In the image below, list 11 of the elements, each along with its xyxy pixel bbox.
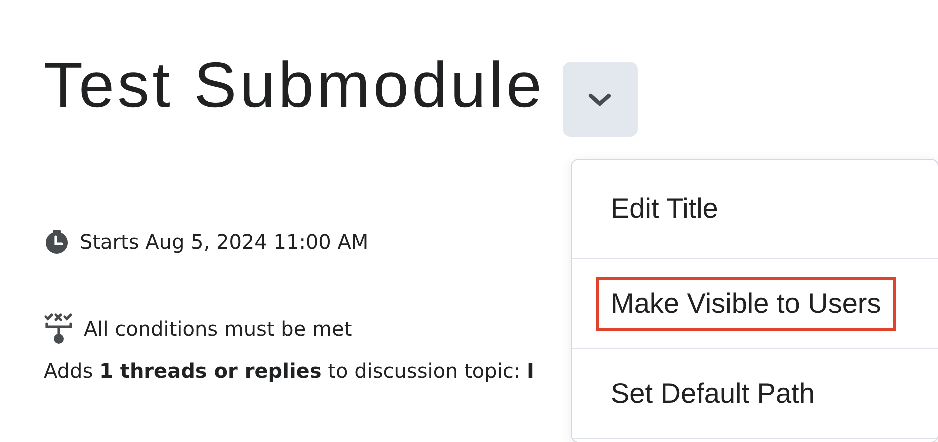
chevron-down-icon bbox=[587, 92, 614, 108]
requirement-text: Adds 1 threads or replies to discussion topic: I bbox=[44, 359, 536, 383]
page-title: Test Submodule bbox=[44, 48, 545, 123]
menu-item[interactable]: Edit Title bbox=[596, 182, 734, 236]
conditions-icon bbox=[44, 313, 74, 345]
options-button[interactable] bbox=[562, 62, 638, 137]
conditions-text: All conditions must be met bbox=[84, 317, 352, 341]
menu-item[interactable]: Set Default Path bbox=[596, 366, 830, 420]
menu-item[interactable]: Make Visible to Users bbox=[596, 276, 896, 330]
start-date-text: Starts Aug 5, 2024 11:00 AM bbox=[80, 230, 369, 254]
clock-icon bbox=[44, 229, 70, 255]
